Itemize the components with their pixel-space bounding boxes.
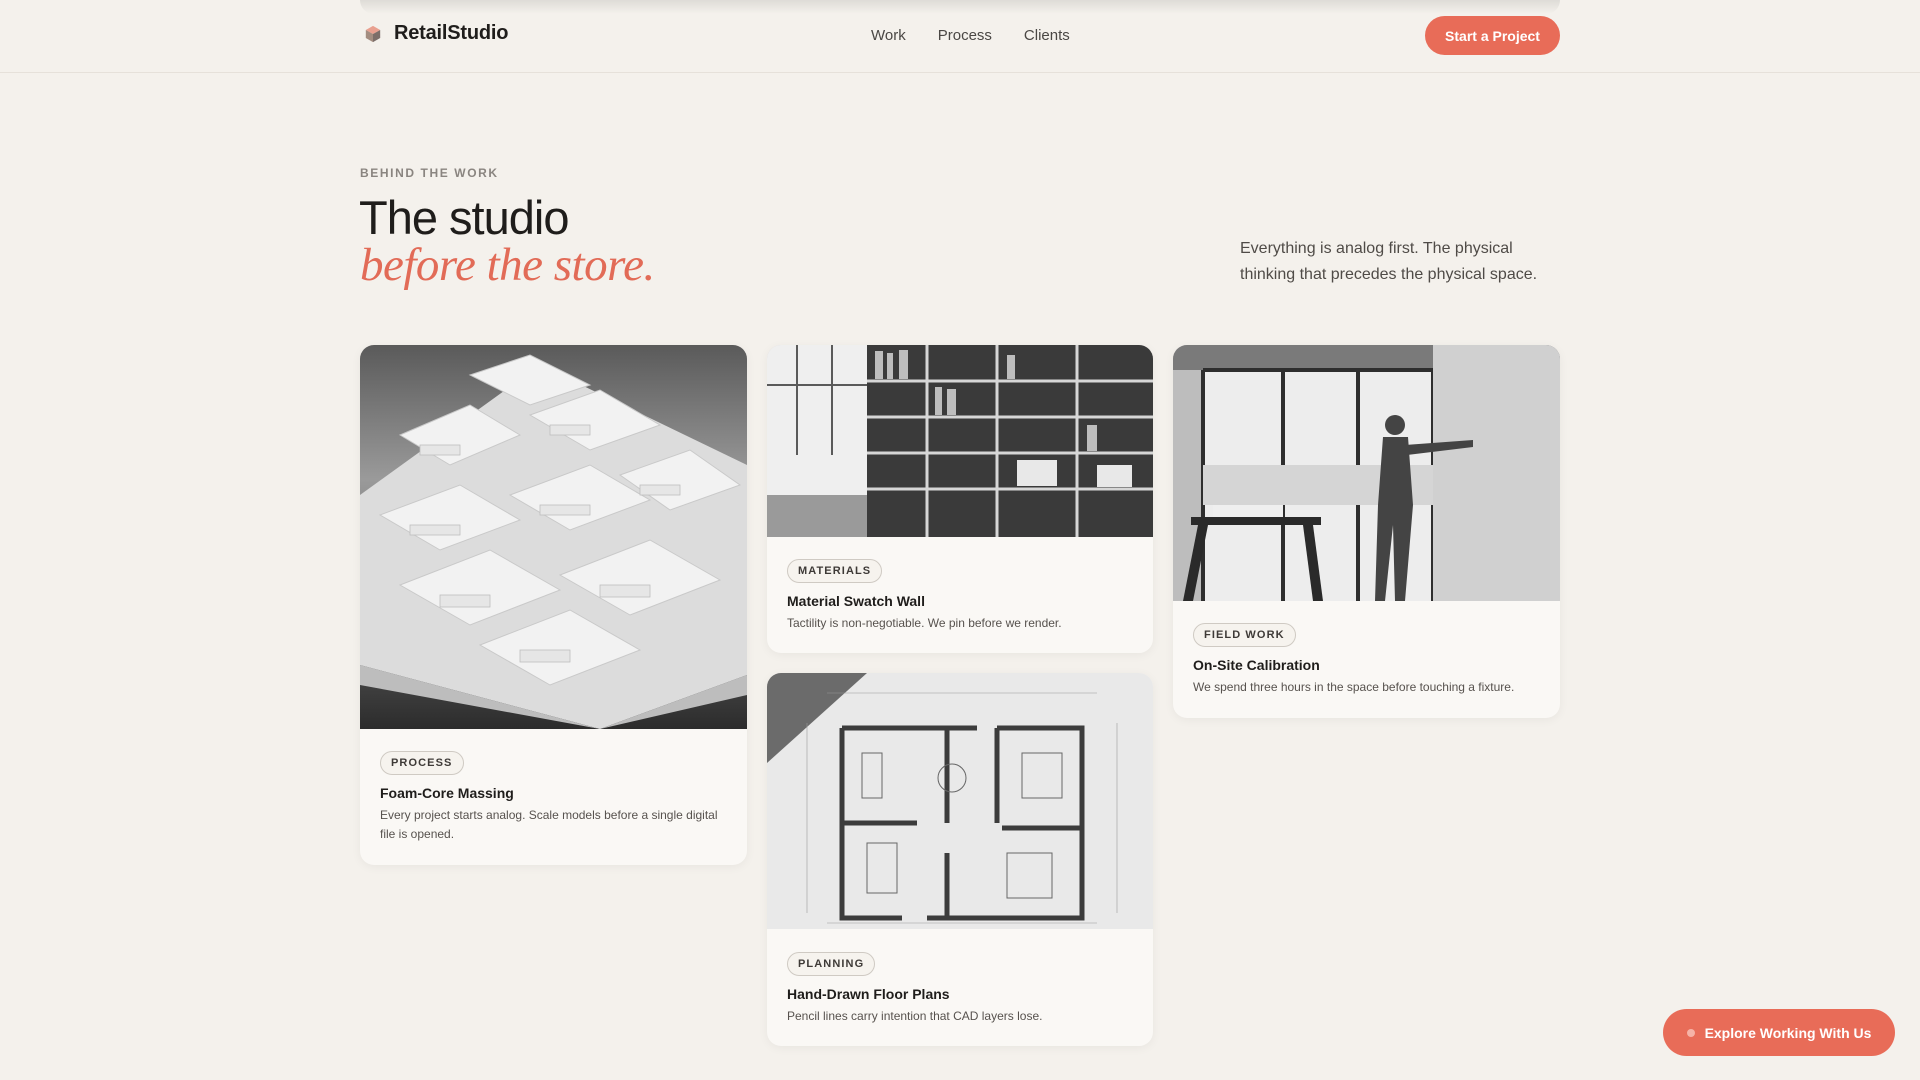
woman-measuring-wall-photo [1173,345,1560,601]
card-title: Foam-Core Massing [380,785,514,801]
card-title: Material Swatch Wall [787,593,925,609]
dot-icon [1686,1028,1695,1037]
explore-working-with-us-button[interactable]: Explore Working With Us [1663,1009,1895,1056]
card-tag: MATERIALS [787,559,883,583]
card-foam-core-massing[interactable]: PROCESS Foam-Core Massing Every project … [360,345,747,865]
main-nav: Work Process Clients [871,27,1070,44]
section-title: The studio [359,191,569,244]
cube-logo-icon [365,25,381,42]
section-title-accent: before the store. [360,239,655,291]
nav-clients[interactable]: Clients [1024,27,1070,44]
start-project-button[interactable]: Start a Project [1425,16,1560,55]
card-title: On-Site Calibration [1193,657,1320,673]
card-description: Pencil lines carry intention that CAD la… [787,1009,1043,1023]
card-tag: FIELD WORK [1193,623,1296,647]
card-tag: PLANNING [787,952,876,976]
card-description: Every project starts analog. Scale model… [380,808,718,841]
topbar-shadow [360,0,1560,14]
top-navigation-bar: RetailStudio Work Process Clients Start … [0,0,1920,73]
card-hand-drawn-floor-plans[interactable]: PLANNING Hand-Drawn Floor Plans Pencil l… [767,673,1153,1046]
card-material-swatch-wall[interactable]: MATERIALS Material Swatch Wall Tactility… [767,345,1153,653]
foam-core-model-photo [360,345,747,729]
section-intro: Everything is analog first. The physical… [1240,240,1538,283]
card-tag: PROCESS [380,751,464,775]
nav-work[interactable]: Work [871,27,906,44]
section-eyebrow: BEHIND THE WORK [360,166,499,180]
fab-label: Explore Working With Us [1704,1024,1872,1041]
nav-process[interactable]: Process [938,27,992,44]
floor-plan-sketch [767,673,1153,929]
bookshelf-library-photo [767,345,1153,537]
brand[interactable]: RetailStudio [364,22,508,45]
card-description: Tactility is non-negotiable. We pin befo… [787,616,1062,630]
card-title: Hand-Drawn Floor Plans [787,986,950,1002]
card-description: We spend three hours in the space before… [1193,680,1515,694]
card-on-site-calibration[interactable]: FIELD WORK On-Site Calibration We spend … [1173,345,1560,718]
brand-name: RetailStudio [394,22,509,44]
